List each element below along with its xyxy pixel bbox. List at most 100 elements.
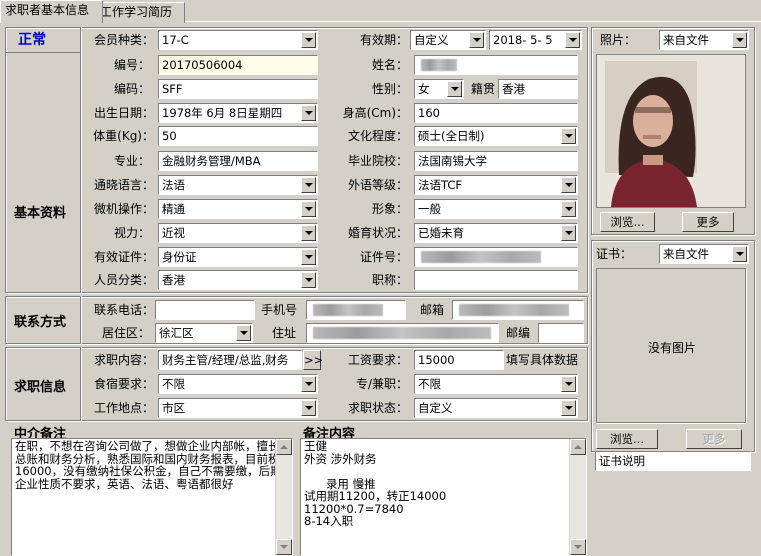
scroll-down-icon[interactable]	[570, 539, 586, 555]
tab-resume[interactable]: 工作学习简历	[95, 2, 185, 23]
postcode-label: 邮编	[506, 326, 531, 340]
job-status-label: 求职状态：	[347, 401, 408, 415]
remark-content: 王健 外资 涉外财务 录用 慢推 试用期11200，转正14000 11200*…	[304, 439, 447, 528]
appearance-select[interactable]: 一般	[414, 199, 578, 219]
name-field[interactable]	[414, 55, 578, 75]
chevron-down-icon[interactable]	[561, 177, 576, 193]
job-content-field[interactable]: 财务主管/经理/总监,财务	[158, 350, 302, 370]
remark-text[interactable]: 王健 外资 涉外财务 录用 慢推 试用期11200，转正14000 11200*…	[300, 438, 587, 556]
expand-button[interactable]: >>	[303, 350, 323, 370]
valid-id-select[interactable]: 身份证	[158, 247, 318, 267]
redacted-text	[459, 304, 569, 316]
work-place-label: 工作地点：	[93, 401, 154, 415]
vision-select[interactable]: 近视	[158, 223, 318, 243]
computer-select[interactable]: 精通	[158, 199, 318, 219]
foreign-level-label: 外语等级：	[347, 178, 408, 192]
chevron-down-icon[interactable]	[561, 128, 576, 144]
postcode-field[interactable]	[538, 323, 584, 343]
scroll-up-icon[interactable]	[570, 439, 586, 455]
person-class-select[interactable]: 香港	[158, 270, 318, 290]
section-job-title: 求职信息	[14, 380, 67, 395]
photo-label: 照片：	[600, 33, 637, 47]
phone-field[interactable]	[155, 300, 255, 320]
divider	[80, 347, 81, 421]
chevron-down-icon[interactable]	[301, 400, 316, 416]
id-number-label: 证件号：	[359, 250, 408, 264]
school-field[interactable]: 法国南锡大学	[414, 151, 578, 171]
job-status-select[interactable]: 自定义	[414, 398, 578, 418]
photo-more-button[interactable]: 更多	[682, 212, 734, 232]
redacted-text	[313, 327, 491, 339]
chevron-down-icon[interactable]	[301, 376, 316, 392]
birthdate-label: 出生日期：	[93, 106, 154, 120]
email-field[interactable]	[452, 300, 584, 320]
scroll-up-icon[interactable]	[276, 439, 292, 455]
divider	[80, 296, 81, 344]
certificate-description-field[interactable]: 证书说明	[595, 451, 751, 471]
birthdate-picker[interactable]: 1978年 6月 8日星期四	[158, 103, 318, 123]
divider	[6, 52, 80, 53]
chevron-down-icon[interactable]	[732, 32, 747, 48]
native-place-field[interactable]: 香港	[498, 79, 578, 99]
marital-select[interactable]: 已婚未育	[414, 223, 578, 243]
chevron-down-icon[interactable]	[301, 177, 316, 193]
language-select[interactable]: 法语	[158, 175, 318, 195]
address-field[interactable]	[306, 323, 499, 343]
certificate-source-select[interactable]: 来自文件	[659, 244, 749, 264]
member-type-select[interactable]: 17-C	[158, 30, 318, 50]
chevron-down-icon[interactable]	[561, 376, 576, 392]
chevron-down-icon[interactable]	[301, 225, 316, 241]
phone-label: 联系电话：	[93, 303, 154, 317]
foreign-level-select[interactable]: 法语TCF	[414, 175, 578, 195]
chevron-down-icon[interactable]	[732, 246, 747, 262]
district-label: 居住区：	[101, 326, 150, 340]
weight-field[interactable]: 50	[158, 126, 318, 146]
id-number-field[interactable]	[414, 247, 578, 267]
chevron-down-icon[interactable]	[236, 325, 251, 341]
certificate-more-button[interactable]: 更多	[686, 429, 742, 449]
chevron-down-icon[interactable]	[301, 201, 316, 217]
chevron-down-icon[interactable]	[561, 225, 576, 241]
tab-bar: 求职者基本信息 工作学习简历	[0, 0, 761, 23]
agent-note-content: 在职，不想在咨询公司做了，想做企业内部帐，擅长总账和财务分析，熟悉国际和国内财务…	[15, 439, 282, 491]
major-field[interactable]: 金融财务管理/MBA	[158, 151, 318, 171]
title-field[interactable]	[414, 270, 578, 290]
gender-select[interactable]: 女	[414, 79, 464, 99]
chevron-down-icon[interactable]	[301, 32, 316, 48]
certificate-browse-button[interactable]: 浏览...	[596, 429, 658, 449]
redacted-text	[421, 59, 457, 71]
chevron-down-icon[interactable]	[301, 249, 316, 265]
chevron-down-icon[interactable]	[561, 201, 576, 217]
chevron-down-icon[interactable]	[565, 32, 580, 48]
salary-field[interactable]: 15000	[414, 350, 504, 370]
scrollbar[interactable]	[275, 439, 292, 555]
work-place-select[interactable]: 市区	[158, 398, 318, 418]
chevron-down-icon[interactable]	[301, 105, 316, 121]
agent-note-text[interactable]: 在职，不想在咨询公司做了，想做企业内部帐，擅长总账和财务分析，熟悉国际和国内财务…	[11, 438, 293, 556]
tab-basic-info[interactable]: 求职者基本信息	[0, 0, 103, 23]
meal-select[interactable]: 不限	[158, 374, 318, 394]
scrollbar[interactable]	[569, 439, 586, 555]
certificate-label: 证书：	[596, 247, 633, 261]
district-select[interactable]: 徐汇区	[155, 323, 253, 343]
chevron-down-icon[interactable]	[561, 400, 576, 416]
chevron-down-icon[interactable]	[469, 32, 484, 48]
photo-source-select[interactable]: 来自文件	[659, 30, 749, 50]
mobile-field[interactable]	[306, 300, 406, 320]
chevron-down-icon[interactable]	[447, 81, 462, 97]
chevron-down-icon[interactable]	[301, 272, 316, 288]
height-field[interactable]: 160	[414, 103, 578, 123]
photo-browse-button[interactable]: 浏览...	[600, 212, 655, 232]
gender-label: 性别：	[371, 82, 408, 96]
validity-type-select[interactable]: 自定义	[410, 30, 486, 50]
fulltime-select[interactable]: 不限	[414, 374, 578, 394]
profile-photo	[596, 54, 746, 208]
education-select[interactable]: 硕士(全日制)	[414, 126, 578, 146]
number-field[interactable]: 20170506004	[158, 55, 318, 75]
height-label: 身高(Cm)：	[342, 106, 408, 120]
validity-date-picker[interactable]: 2018- 5- 5	[489, 30, 582, 50]
code-field[interactable]: SFF	[158, 79, 318, 99]
scroll-down-icon[interactable]	[276, 539, 292, 555]
section-basic-title: 基本资料	[14, 206, 67, 221]
certificate-image-area: 没有图片	[596, 268, 746, 423]
